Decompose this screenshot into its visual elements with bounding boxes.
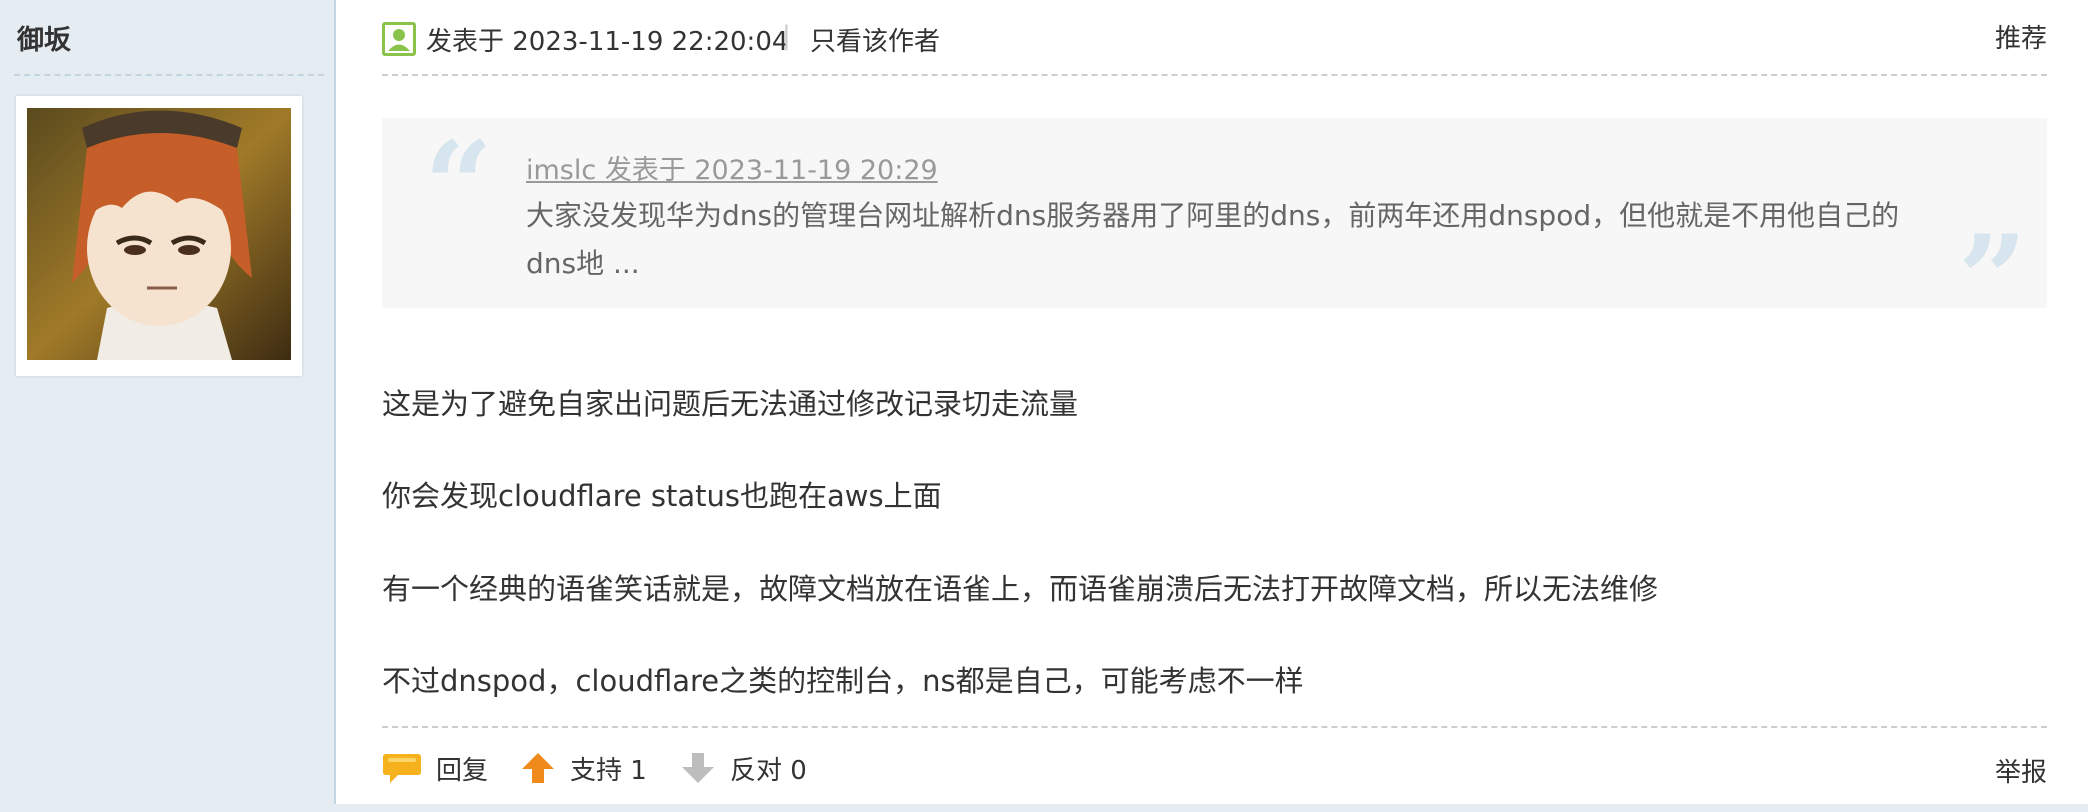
support-button[interactable]: 支持 1 [520,746,647,790]
oppose-arrow-icon [682,753,714,783]
post-actions: 回复 支持 1 反对 0 举报 [382,746,2047,790]
post-paragraph: 有一个经典的语雀笑话就是，故障文档放在语雀上，而语雀崩溃后无法打开故障文档，所以… [382,572,1659,606]
recommend-link[interactable]: 推荐 [1995,18,2047,55]
quote-close-mark: ” [1958,209,2028,350]
quote-open-mark: “ [424,115,494,256]
reply-label: 回复 [436,755,489,786]
sidebar-divider [14,74,324,76]
quote-block: “ imslc 发表于 2023-11-19 20:29 大家没发现华为dns的… [382,115,2047,340]
post-timestamp: 发表于 2023-11-19 22:20:04 [426,27,789,57]
post-paragraph: 这是为了避免自家出问题后无法通过修改记录切走流量 [382,387,1079,421]
oppose-count: 反对 0 [730,755,807,786]
right-margin [2047,0,2088,812]
avatar-image [27,108,291,360]
avatar[interactable] [16,96,302,376]
post-header: 发表于 2023-11-19 22:20:04 | 只看该作者 推荐 [382,18,2047,58]
footer-divider [382,726,2047,728]
author-sidebar: 御坂 [0,0,336,812]
quote-text: 大家没发现华为dns的管理台网址解析dns服务器用了阿里的dns，前两年还用dn… [526,199,1900,280]
user-online-icon [382,22,416,56]
header-separator: | [782,21,791,51]
post-paragraph: 不过dnspod，cloudflare之类的控制台，ns都是自己，可能考虑不一样 [382,664,1304,698]
support-arrow-icon [522,753,554,783]
support-count: 支持 1 [570,755,647,786]
reply-bubble-icon [383,754,421,783]
header-divider [382,74,2047,76]
bottom-border [0,804,2088,812]
author-name[interactable]: 御坂 [17,18,71,57]
oppose-button[interactable]: 反对 0 [680,746,807,790]
post-paragraph: 你会发现cloudflare status也跑在aws上面 [382,479,942,513]
post-main: 发表于 2023-11-19 22:20:04 | 只看该作者 推荐 “ ims… [382,0,2047,812]
reply-button[interactable]: 回复 [382,746,488,790]
only-author-link[interactable]: 只看该作者 [810,21,940,58]
report-link[interactable]: 举报 [1995,752,2047,789]
quote-source-link[interactable]: imslc 发表于 2023-11-19 20:29 [526,148,938,187]
